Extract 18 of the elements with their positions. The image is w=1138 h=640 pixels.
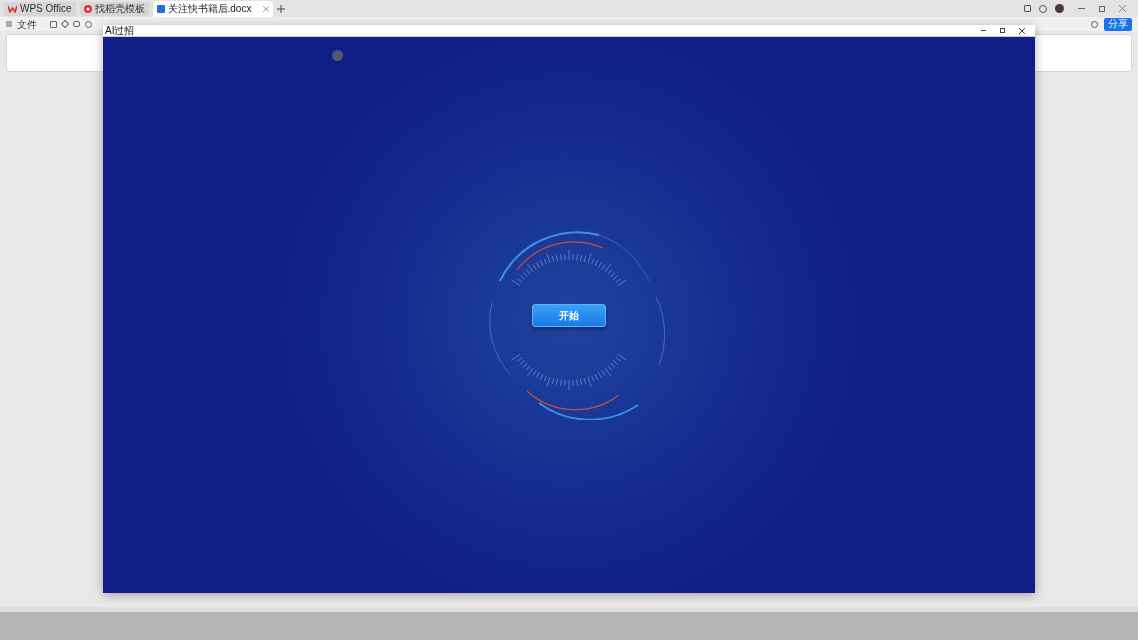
window-icon[interactable] [1024,5,1031,12]
app-tab[interactable]: 找稻壳模板 [79,1,149,16]
app-tab[interactable]: 关注快书籍后.docx [152,0,273,17]
avatar[interactable] [1055,4,1064,13]
window-title: AI过招 [105,25,135,36]
cursor-icon [332,50,343,61]
logo-icon [83,4,92,13]
app-tab[interactable]: WPS Office [4,1,76,16]
plus-icon[interactable] [276,4,285,13]
share-button[interactable]: 分享 [1104,17,1132,31]
maximize-icon[interactable] [1000,28,1005,33]
logo-icon [8,4,17,13]
close-icon[interactable] [1019,27,1025,34]
document-icon [156,4,165,13]
file-menu[interactable]: 文件 [17,16,37,32]
print-icon[interactable] [73,21,80,27]
restore-icon[interactable] [1099,5,1105,12]
save-icon[interactable] [50,20,57,28]
